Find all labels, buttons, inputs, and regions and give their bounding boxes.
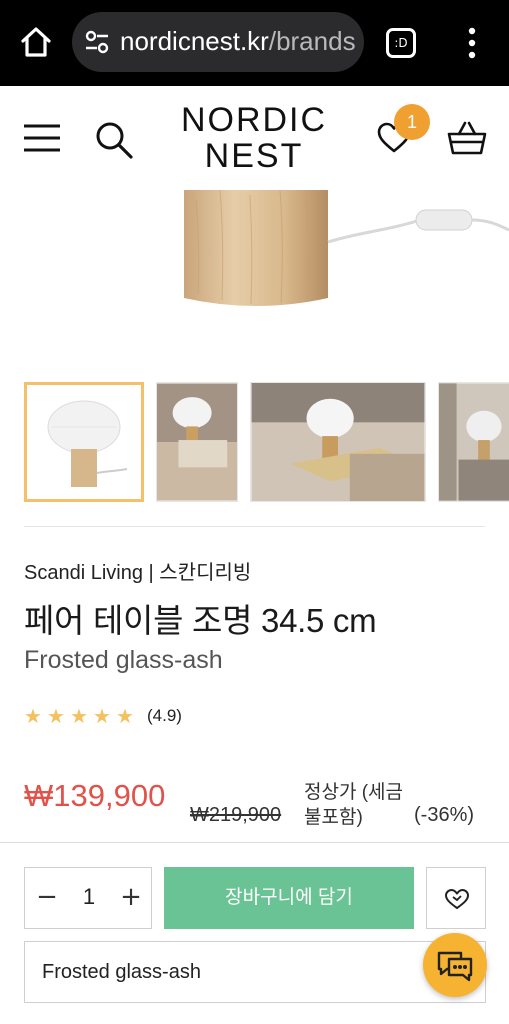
quantity-decrease-button[interactable]: −	[33, 882, 61, 914]
site-logo[interactable]: NORDIC NEST	[172, 102, 336, 174]
rating-score: (4.9)	[147, 706, 182, 725]
product-main-image[interactable]	[0, 190, 509, 370]
star-icon: ★	[24, 704, 42, 728]
thumbnail-image-lifestyle-1	[157, 383, 237, 501]
thumbnail-2[interactable]	[156, 382, 238, 502]
product-brand-link[interactable]: Scandi Living | 스칸디리빙	[24, 556, 251, 585]
menu-icon[interactable]	[22, 122, 62, 154]
tabs-button[interactable]: :D	[386, 28, 416, 58]
thumbnail-image-lifestyle-2	[251, 383, 425, 501]
star-icon: ★	[116, 704, 134, 728]
logo-line-1: NORDIC	[180, 101, 328, 139]
product-variant-label: Frosted glass-ash	[24, 646, 223, 674]
wishlist-count-badge: 1	[394, 104, 430, 140]
lamp-base-image	[0, 190, 509, 370]
original-price: ₩219,900	[190, 804, 282, 826]
quantity-increase-button[interactable]: +	[117, 882, 145, 914]
site-header: NORDIC NEST 1	[0, 86, 509, 190]
star-icon: ★	[70, 704, 88, 728]
url-path: /brands	[268, 26, 356, 56]
quantity-stepper: − 1 +	[24, 867, 152, 929]
thumbnail-1[interactable]	[24, 382, 144, 502]
purchase-divider	[0, 842, 509, 843]
logo-line-2: NEST	[204, 137, 304, 175]
variant-select-value: Frosted glass-ash	[42, 961, 201, 983]
more-vert-icon[interactable]	[460, 26, 484, 60]
discount-percent: (-36%)	[414, 804, 475, 826]
add-to-cart-button[interactable]: 장바구니에 담기	[164, 867, 414, 929]
thumbnail-4[interactable]	[438, 382, 509, 502]
regular-price-label: 정상가 (세금불포함)	[304, 782, 404, 828]
thumbnail-image-lamp	[27, 385, 141, 499]
quantity-value[interactable]: 1	[69, 884, 109, 910]
basket-icon[interactable]	[446, 118, 488, 158]
url-text: nordicnest.kr/brands	[120, 26, 356, 57]
star-icon: ★	[47, 704, 65, 728]
url-host: nordicnest.kr	[120, 26, 269, 56]
sale-price: ₩139,900	[24, 778, 166, 813]
home-icon[interactable]	[18, 24, 54, 60]
thumbnail-image-lifestyle-3	[439, 383, 509, 501]
star-icon: ★	[93, 704, 111, 728]
address-bar[interactable]: nordicnest.kr/brands	[72, 12, 364, 72]
variant-select[interactable]: Frosted glass-ash	[24, 941, 486, 1003]
chat-button[interactable]	[423, 933, 487, 997]
add-to-wishlist-button[interactable]	[426, 867, 486, 929]
section-divider	[24, 526, 485, 527]
site-settings-icon[interactable]	[84, 30, 110, 54]
search-icon[interactable]	[94, 120, 134, 160]
product-rating[interactable]: ★ ★ ★ ★ ★ (4.9)	[24, 704, 182, 728]
chat-icon	[437, 951, 473, 982]
browser-toolbar: nordicnest.kr/brands :D	[0, 0, 509, 86]
product-title: 페어 테이블 조명 34.5 cm	[24, 602, 377, 639]
thumbnail-strip[interactable]	[24, 382, 509, 502]
thumbnail-3[interactable]	[250, 382, 426, 502]
heart-plus-icon	[445, 889, 469, 909]
